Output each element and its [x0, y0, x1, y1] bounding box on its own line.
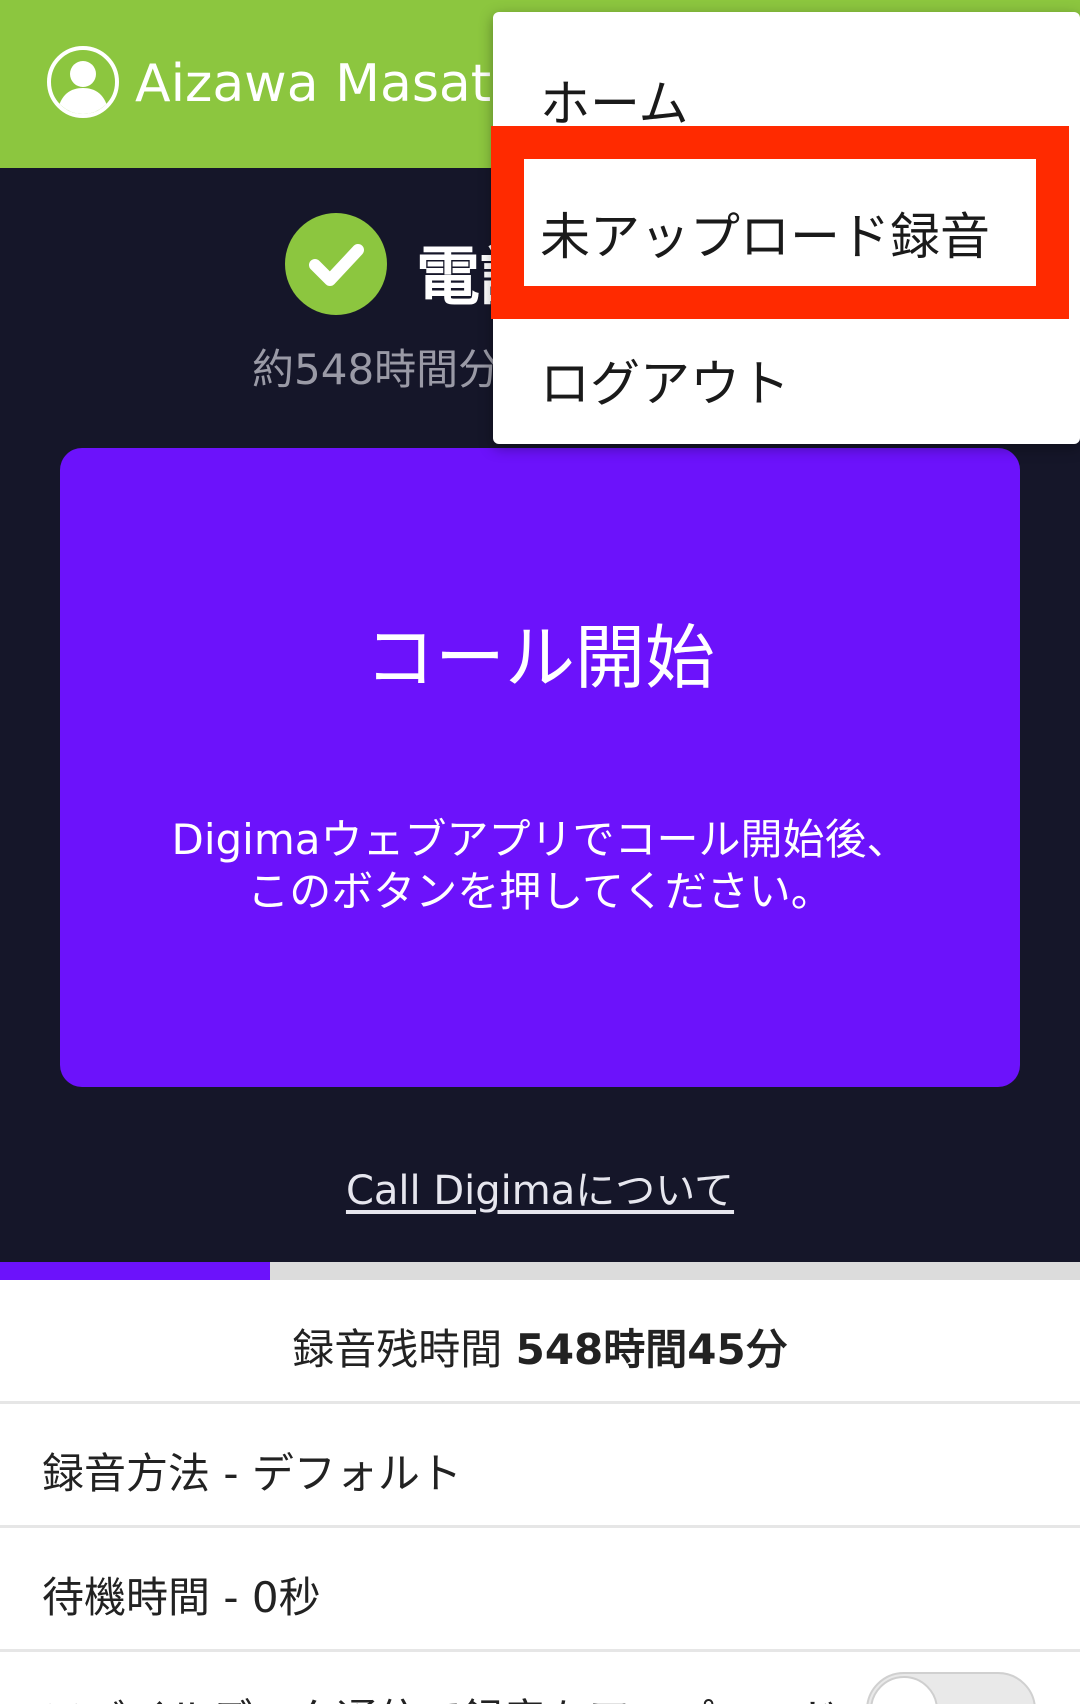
mobile-data-upload-row: モバイルデータ通信で録音をアップロード: [0, 1652, 1080, 1704]
check-icon: [285, 213, 387, 315]
menu-item-label: ログアウト: [540, 355, 790, 413]
recording-method-row[interactable]: 録音方法 - デフォルト: [0, 1404, 1080, 1528]
menu-item-logout[interactable]: ログアウト: [493, 302, 1080, 432]
menu-item-home[interactable]: ホーム: [493, 24, 1080, 154]
mobile-data-upload-toggle[interactable]: [866, 1672, 1036, 1704]
remaining-label: 録音残時間: [292, 1325, 516, 1374]
recording-method-label: 録音方法 - デフォルト: [42, 1449, 462, 1498]
menu-item-label: 未アップロード録音: [540, 208, 990, 266]
recording-remaining-row: 録音残時間 548時間45分: [0, 1280, 1080, 1404]
start-call-button[interactable]: コール開始 Digimaウェブアプリでコール開始後、 このボタンを押してください…: [60, 448, 1020, 1087]
progress-fill: [0, 1262, 270, 1280]
about-call-digima-link[interactable]: Call Digimaについて: [0, 1158, 1080, 1216]
start-call-instructions: Digimaウェブアプリでコール開始後、 このボタンを押してください。: [60, 814, 1020, 918]
user-name: Aizawa Masato: [135, 54, 523, 114]
start-call-label: コール開始: [365, 617, 715, 699]
wait-time-label: 待機時間 - 0秒: [42, 1573, 321, 1622]
mobile-data-upload-label: モバイルデータ通信で録音をアップロード: [42, 1686, 840, 1704]
person-icon[interactable]: [47, 46, 119, 118]
menu-item-pending-recordings[interactable]: 未アップロード録音: [493, 157, 1080, 287]
dropdown-menu: ホーム 未アップロード録音 ログアウト: [493, 12, 1080, 444]
wait-time-row[interactable]: 待機時間 - 0秒: [0, 1528, 1080, 1652]
toggle-knob: [870, 1676, 938, 1704]
remaining-progress-bar: [0, 1262, 1080, 1280]
remaining-value: 548時間45分: [515, 1325, 788, 1374]
instructions-line-2: このボタンを押してください。: [247, 867, 833, 916]
remaining-time-summary: 約548時間分: [252, 345, 501, 394]
app-screen: Aizawa Masato 電話 約548時間分 コール開始 Digimaウェブ…: [0, 0, 1080, 1704]
instructions-line-1: Digimaウェブアプリでコール開始後、: [171, 815, 909, 864]
menu-item-label: ホーム: [540, 75, 689, 133]
